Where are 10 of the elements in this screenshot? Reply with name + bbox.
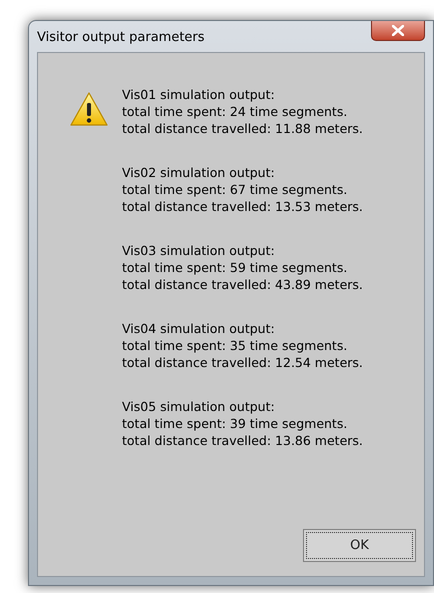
close-button[interactable] [371,21,425,41]
message-text: Vis04 simulation output: total time spent: 35 time segments. total distance travelled: 12.54 meters. [122,320,363,371]
window-title: Visitor output parameters [37,29,205,47]
message-text: Vis05 simulation output: total time spent: 39 time segments. total distance travelled: 13.86 meters. [122,398,363,449]
ok-button[interactable]: OK [303,529,416,562]
message-text: Vis02 simulation output: total time spent: 67 time segments. total distance travelled: 13.53 meters. [122,164,363,215]
message-text: Vis01 simulation output: total time spent: 24 time segments. total distance travelled: 11.88 meters. [122,86,363,137]
warning-icon [70,92,108,126]
close-icon [392,25,404,36]
message-text: Vis03 simulation output: total time spent: 59 time segments. total distance travelled: 43.89 meters. [122,242,363,293]
